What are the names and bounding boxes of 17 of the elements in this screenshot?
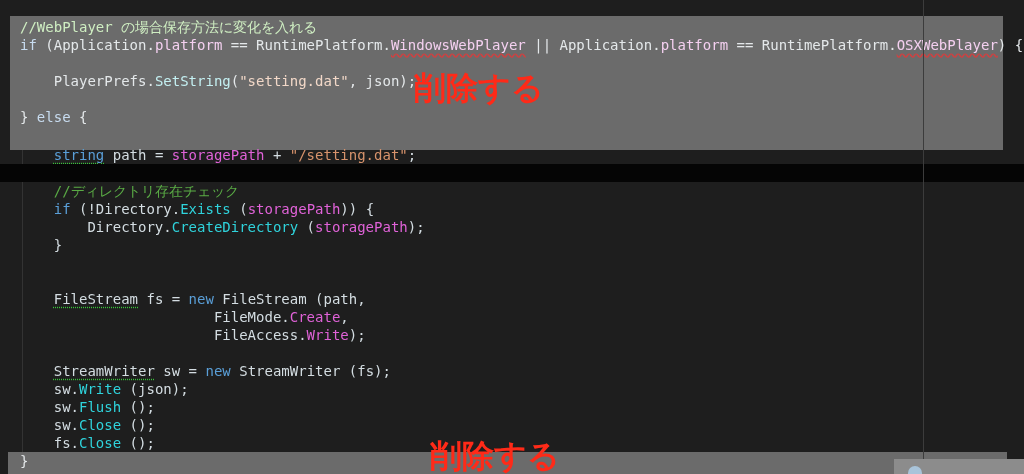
code-line: sw.Write (json); xyxy=(52,380,189,398)
code-line: FileStream fs = new FileStream (path, xyxy=(52,290,366,308)
code-line: } xyxy=(52,236,63,254)
code-line: //ディレクトリ存在チェック xyxy=(52,182,239,200)
code-line: } xyxy=(20,452,29,470)
code-line: Directory.CreateDirectory (storagePath); xyxy=(86,218,425,236)
code-line: sw.Close (); xyxy=(52,416,155,434)
code-line: fs.Close (); xyxy=(52,434,155,452)
code-line: FileAccess.Write); xyxy=(212,326,366,344)
code-line: string path = storagePath + "/setting.dat"; xyxy=(52,146,417,164)
annotation-label: 削除する xyxy=(430,440,560,472)
code-line: if (!Directory.Exists (storagePath)) { xyxy=(52,200,375,218)
code-line: StreamWriter sw = new StreamWriter (fs); xyxy=(52,362,391,380)
code-line: FileMode.Create, xyxy=(212,308,349,326)
code-line: sw.Flush (); xyxy=(52,398,155,416)
code-line: } else { xyxy=(20,108,88,126)
code-line: //WebPlayer の場合保存方法に変化を入れる xyxy=(20,18,318,36)
